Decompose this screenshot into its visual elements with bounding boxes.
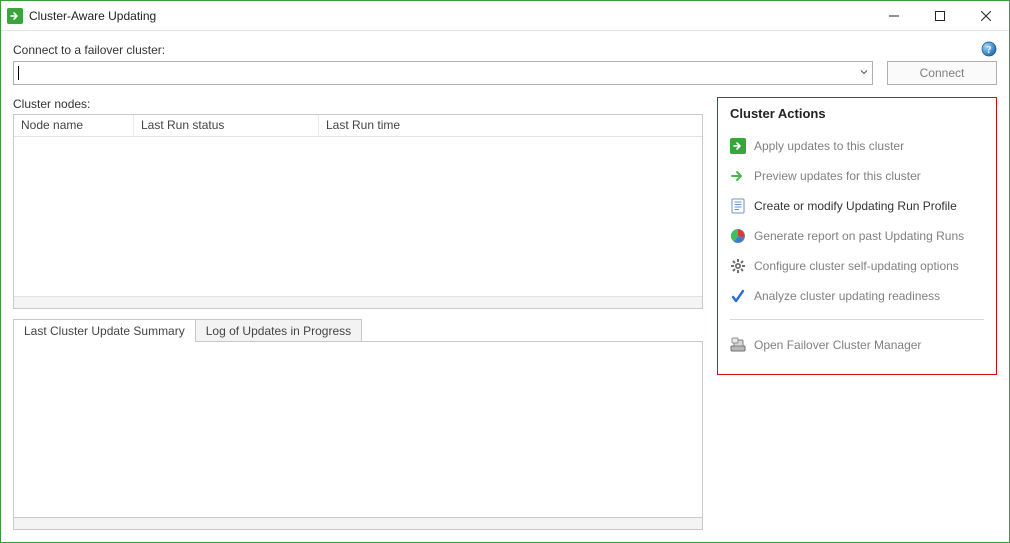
action-label: Apply updates to this cluster bbox=[754, 139, 904, 153]
tab-panel bbox=[13, 341, 703, 518]
help-icon[interactable]: ? bbox=[981, 41, 997, 57]
connect-block: Connect to a failover cluster: bbox=[13, 43, 873, 85]
connect-label: Connect to a failover cluster: bbox=[13, 43, 873, 57]
tab-status-strip bbox=[13, 518, 703, 530]
grid-status-strip bbox=[14, 296, 702, 308]
apply-updates-icon bbox=[730, 138, 746, 154]
chevron-down-icon[interactable] bbox=[860, 68, 868, 79]
window-root: Cluster-Aware Updating bbox=[0, 0, 1010, 543]
connect-row: Connect to a failover cluster: Connect bbox=[13, 43, 997, 85]
action-configure-self-updating[interactable]: Configure cluster self-updating options bbox=[730, 251, 984, 281]
actions-separator bbox=[730, 319, 984, 320]
app-icon bbox=[7, 8, 23, 24]
left-column: Cluster nodes: Node name Last Run status… bbox=[13, 97, 703, 530]
grid-header: Node name Last Run status Last Run time bbox=[14, 115, 702, 137]
column-header-last-time[interactable]: Last Run time bbox=[319, 115, 702, 136]
svg-text:?: ? bbox=[987, 45, 992, 56]
text-caret bbox=[18, 66, 19, 80]
action-apply-updates[interactable]: Apply updates to this cluster bbox=[730, 131, 984, 161]
connect-button[interactable]: Connect bbox=[887, 61, 997, 85]
tab-strip: Last Cluster Update Summary Log of Updat… bbox=[13, 319, 703, 342]
minimize-button[interactable] bbox=[871, 1, 917, 30]
analyze-icon bbox=[730, 288, 746, 304]
action-label: Configure cluster self-updating options bbox=[754, 259, 959, 273]
configure-icon bbox=[730, 258, 746, 274]
grid-body bbox=[14, 137, 702, 296]
profile-icon bbox=[730, 198, 746, 214]
cluster-combo-input[interactable] bbox=[13, 61, 873, 85]
window-controls bbox=[871, 1, 1009, 30]
window-title: Cluster-Aware Updating bbox=[29, 9, 156, 23]
action-preview-updates[interactable]: Preview updates for this cluster bbox=[730, 161, 984, 191]
report-icon bbox=[730, 228, 746, 244]
cluster-actions-panel: Cluster Actions Apply updates to this cl… bbox=[717, 97, 997, 375]
failover-manager-icon bbox=[730, 337, 746, 353]
cluster-nodes-grid: Node name Last Run status Last Run time bbox=[13, 114, 703, 309]
tabs-block: Last Cluster Update Summary Log of Updat… bbox=[13, 319, 703, 530]
action-label: Preview updates for this cluster bbox=[754, 169, 921, 183]
mid-row: Cluster nodes: Node name Last Run status… bbox=[13, 97, 997, 530]
action-generate-report[interactable]: Generate report on past Updating Runs bbox=[730, 221, 984, 251]
tab-label: Last Cluster Update Summary bbox=[24, 324, 185, 338]
action-create-profile[interactable]: Create or modify Updating Run Profile bbox=[730, 191, 984, 221]
close-button[interactable] bbox=[963, 1, 1009, 30]
title-bar: Cluster-Aware Updating bbox=[1, 1, 1009, 31]
action-analyze-readiness[interactable]: Analyze cluster updating readiness bbox=[730, 281, 984, 311]
body-area: ? Connect to a failover cluster: Connect bbox=[1, 31, 1009, 542]
tab-label: Log of Updates in Progress bbox=[206, 324, 351, 338]
maximize-button[interactable] bbox=[917, 1, 963, 30]
action-label: Create or modify Updating Run Profile bbox=[754, 199, 957, 213]
tab-last-summary[interactable]: Last Cluster Update Summary bbox=[13, 319, 196, 342]
action-label: Generate report on past Updating Runs bbox=[754, 229, 964, 243]
action-label: Open Failover Cluster Manager bbox=[754, 338, 921, 352]
column-header-node-name[interactable]: Node name bbox=[14, 115, 134, 136]
column-header-last-status[interactable]: Last Run status bbox=[134, 115, 319, 136]
preview-updates-icon bbox=[730, 168, 746, 184]
cluster-nodes-label: Cluster nodes: bbox=[13, 97, 703, 111]
connect-button-label: Connect bbox=[920, 66, 965, 80]
action-open-failover-manager[interactable]: Open Failover Cluster Manager bbox=[730, 330, 984, 360]
action-label: Analyze cluster updating readiness bbox=[754, 289, 940, 303]
tab-log-progress[interactable]: Log of Updates in Progress bbox=[196, 319, 362, 342]
cluster-actions-title: Cluster Actions bbox=[730, 106, 984, 121]
